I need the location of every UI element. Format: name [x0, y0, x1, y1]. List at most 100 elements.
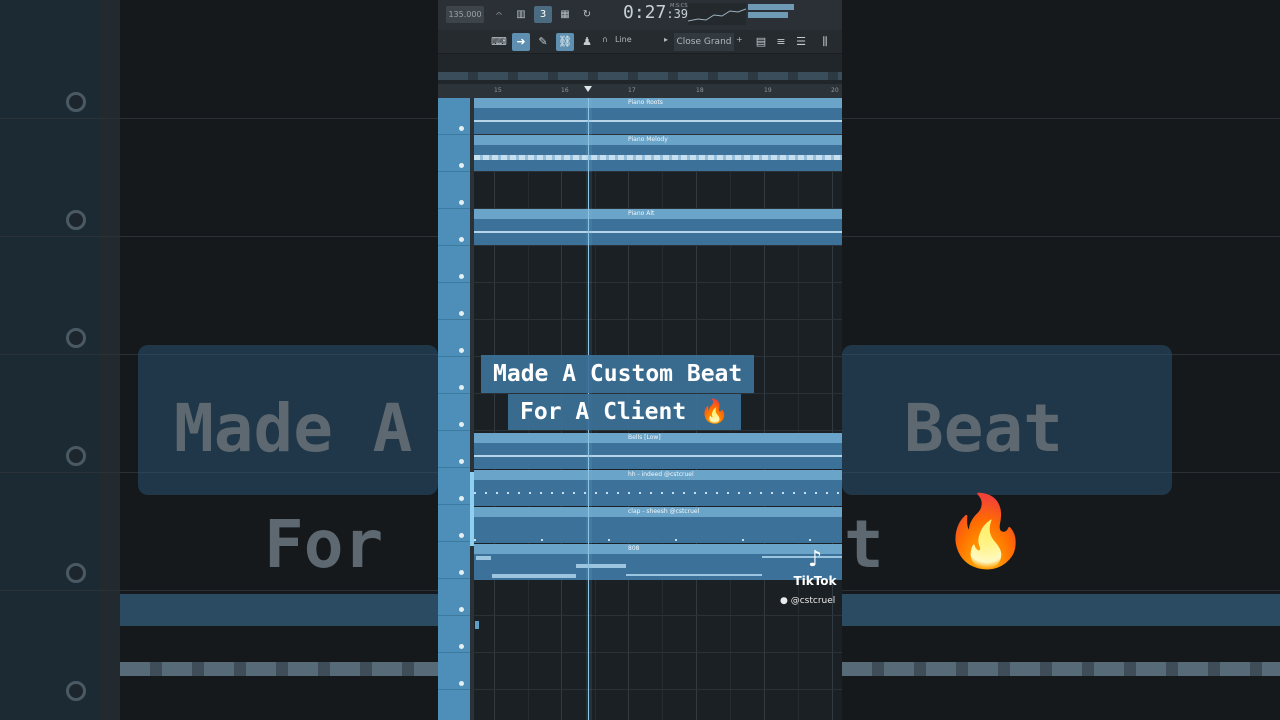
track-led-icon[interactable]	[459, 237, 464, 242]
tiktok-username: ● @cstcruel	[780, 596, 836, 606]
track-led-icon[interactable]	[459, 533, 464, 538]
track-header[interactable]	[438, 394, 470, 431]
countdown-icon[interactable]: 3	[534, 6, 552, 23]
draw-tool-icon[interactable]: ✎	[534, 33, 552, 51]
time-format-label: M:S:CS	[670, 3, 688, 9]
blurred-background-left: Made A For	[0, 0, 438, 720]
magnet-icon[interactable]: ∩	[602, 35, 608, 44]
track-header[interactable]	[438, 98, 470, 135]
wait-record-icon[interactable]: ▥	[512, 6, 530, 23]
play-small-icon[interactable]: ▸	[664, 35, 668, 44]
track-header[interactable]	[438, 209, 470, 246]
arrow-tool-icon[interactable]: ➜	[512, 33, 530, 51]
track-led-icon[interactable]	[459, 311, 464, 316]
clip-clap-sheesh[interactable]: clap - sheesh @cstcruel	[474, 507, 842, 543]
clip-hh-indeed[interactable]: hh - indeed @cstcruel	[474, 470, 842, 506]
track-lane[interactable]	[474, 172, 842, 209]
track-header[interactable]	[438, 283, 470, 320]
track-header[interactable]	[438, 505, 470, 542]
clip-label: hh - indeed @cstcruel	[628, 471, 694, 478]
track-led-icon[interactable]	[459, 459, 464, 464]
pattern-note	[492, 574, 576, 578]
snap-select[interactable]: Line	[615, 35, 632, 44]
ruler-bar: 18	[696, 87, 704, 94]
metronome-icon[interactable]: 𝄐	[490, 6, 508, 23]
track-lane[interactable]	[474, 653, 842, 690]
clip-piano-alt[interactable]: Piano Alt	[474, 209, 842, 245]
cpu-monitor	[687, 3, 747, 25]
track-led-icon[interactable]	[459, 422, 464, 427]
track-header[interactable]	[438, 653, 470, 690]
track-header[interactable]	[438, 172, 470, 209]
fire-emoji: 🔥	[700, 399, 729, 425]
track-led-icon[interactable]	[459, 496, 464, 501]
bg-caption-line1-end: Beat	[904, 390, 1063, 467]
clip-label: clap - sheesh @cstcruel	[628, 508, 700, 515]
track-led-icon[interactable]	[459, 607, 464, 612]
ruler-bar: 17	[628, 87, 636, 94]
tiktok-brand: TikTok	[793, 574, 837, 588]
pattern-note	[626, 574, 762, 576]
track-header[interactable]	[438, 320, 470, 357]
user-icon: ●	[780, 596, 788, 606]
track-led-icon[interactable]	[459, 681, 464, 686]
track-header[interactable]	[438, 468, 470, 505]
channel-rack-icon[interactable]: ≡	[772, 33, 790, 51]
track-header[interactable]	[438, 616, 470, 653]
pattern-notes	[474, 492, 842, 494]
small-clip[interactable]	[475, 621, 479, 629]
pattern-note	[476, 556, 491, 560]
playhead-marker-icon[interactable]	[584, 86, 592, 92]
waveform	[474, 231, 842, 233]
ruler-bar: 19	[764, 87, 772, 94]
monitor-graph-icon	[687, 8, 747, 22]
track-lane[interactable]	[474, 283, 842, 320]
clip-label: Piano Roots	[628, 99, 663, 106]
blurred-background-right: Beat t 🔥	[842, 0, 1280, 720]
clip-piano-melody[interactable]: Piano Melody	[474, 135, 842, 171]
track-led-icon[interactable]	[459, 644, 464, 649]
track-led-icon[interactable]	[459, 163, 464, 168]
track-header[interactable]	[438, 542, 470, 579]
playlist-toolbar: ⌨ ➜ ✎ ⛓ ♟ ∩ Line ▸ Close Grand + ▤ ≡ ☰ ⫼	[438, 30, 842, 54]
tempo-display[interactable]: 135.000	[446, 6, 484, 23]
track-header[interactable]	[438, 357, 470, 394]
mixer-icon[interactable]: ⫼	[816, 33, 834, 51]
bg-caption-line2: For	[264, 506, 384, 583]
waveform	[474, 120, 842, 122]
bg-caption-line1: Made A	[174, 390, 413, 467]
track-header[interactable]	[438, 431, 470, 468]
ruler-bar: 15	[494, 87, 502, 94]
track-led-icon[interactable]	[459, 570, 464, 575]
timeline-ruler[interactable]: 15 16 17 18 19 20	[438, 84, 842, 98]
waveform	[474, 455, 842, 457]
track-header[interactable]	[438, 246, 470, 283]
track-led-icon[interactable]	[459, 348, 464, 353]
patterns-icon[interactable]: ▤	[752, 33, 770, 51]
track-header[interactable]	[438, 135, 470, 172]
track-lane[interactable]	[474, 616, 842, 653]
track-lane[interactable]	[474, 246, 842, 283]
instrument-preset[interactable]: Close Grand	[674, 33, 734, 51]
track-lane[interactable]	[474, 320, 842, 357]
piano-roll-icon[interactable]: ☰	[792, 33, 810, 51]
step-edit-icon[interactable]: ▦	[556, 6, 574, 23]
plus-icon[interactable]: +	[736, 35, 743, 44]
clip-808[interactable]: 808	[474, 544, 842, 580]
caption-line-2: For A Client 🔥	[508, 394, 741, 430]
track-led-icon[interactable]	[459, 126, 464, 131]
track-led-icon[interactable]	[459, 274, 464, 279]
track-led-icon[interactable]	[459, 385, 464, 390]
keyboard-icon[interactable]: ⌨	[490, 33, 508, 51]
track-led-icon[interactable]	[459, 200, 464, 205]
tiktok-watermark: ♪ TikTok	[790, 546, 840, 588]
loop-record-icon[interactable]: ↻	[578, 6, 596, 23]
link-icon[interactable]: ⛓	[556, 33, 574, 51]
clip-piano-roots[interactable]: Piano Roots	[474, 98, 842, 134]
output-meter	[748, 4, 794, 20]
clip-bells-low[interactable]: Bells [Low]	[474, 433, 842, 469]
video-caption: Made A Custom Beat For A Client 🔥	[481, 355, 811, 435]
track-header[interactable]	[438, 579, 470, 616]
overview-scroll[interactable]	[438, 54, 842, 84]
stamp-icon[interactable]: ♟	[578, 33, 596, 51]
